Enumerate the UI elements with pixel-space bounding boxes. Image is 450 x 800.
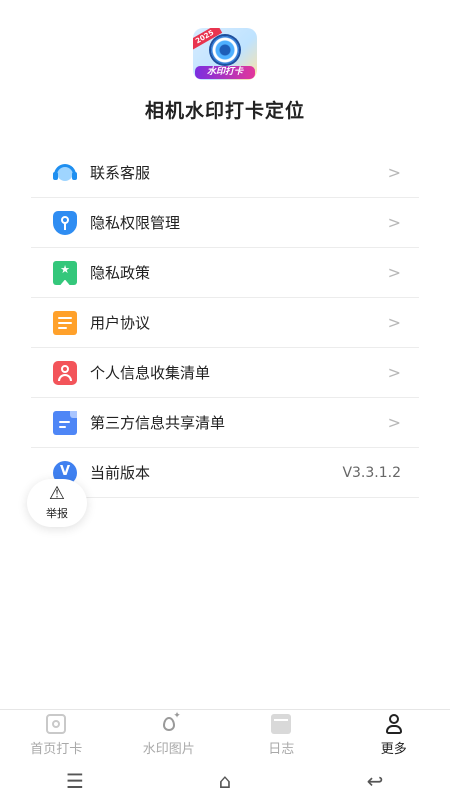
- tab-label: 水印图片: [142, 742, 195, 757]
- system-nav-bar: ☰ ⌂ ↩: [0, 762, 450, 800]
- version-value: V3.3.1.2: [342, 464, 401, 481]
- camera-lens-icon: [211, 36, 239, 64]
- menu-item-current-version[interactable]: V 当前版本 V3.3.1.2: [31, 448, 419, 498]
- tab-more[interactable]: 更多: [338, 710, 450, 761]
- chevron-right-icon: >: [387, 163, 401, 182]
- chevron-right-icon: >: [387, 413, 401, 432]
- app-logo-icon: 2025 水印打卡: [193, 28, 257, 80]
- customer-service-icon: [53, 161, 77, 185]
- warning-icon: ⚠: [48, 483, 66, 504]
- user-info-icon: [53, 360, 77, 385]
- privacy-shield-icon: [53, 210, 77, 235]
- menu-item-user-agreement[interactable]: 用户协议 >: [31, 298, 419, 348]
- menu-item-privacy-policy[interactable]: ★ 隐私政策 >: [31, 248, 419, 298]
- chevron-right-icon: >: [387, 313, 401, 332]
- menu-item-label: 当前版本: [90, 464, 151, 482]
- menu-item-label: 第三方信息共享清单: [90, 414, 226, 432]
- tab-watermark-images[interactable]: ✦ 水印图片: [113, 710, 226, 761]
- tab-label: 日志: [268, 742, 295, 757]
- bookmark-star-icon: ★: [53, 260, 77, 286]
- app-logo: 2025 水印打卡: [193, 28, 257, 80]
- tab-label: 首页打卡: [30, 742, 83, 757]
- menu-item-customer-service[interactable]: 联系客服 >: [31, 148, 419, 198]
- logo-ribbon: 水印打卡: [195, 66, 255, 79]
- menu-item-personal-info-list[interactable]: 个人信息收集清单 >: [31, 348, 419, 398]
- calendar-icon: [271, 714, 292, 734]
- menu-item-label: 个人信息收集清单: [90, 364, 211, 382]
- menu-item-label: 用户协议: [90, 314, 151, 332]
- chevron-right-icon: >: [387, 213, 401, 232]
- menu-item-label: 隐私政策: [90, 264, 151, 282]
- app-title: 相机水印打卡定位: [144, 100, 305, 122]
- person-icon: [384, 714, 404, 734]
- document-icon: [53, 310, 77, 335]
- chevron-right-icon: >: [387, 363, 401, 382]
- file-share-icon: [53, 410, 77, 435]
- bottom-tab-bar: 首页打卡 ✦ 水印图片 日志 更多: [0, 709, 450, 761]
- menu-icon[interactable]: ☰: [45, 769, 105, 793]
- menu-item-label: 联系客服: [90, 164, 151, 182]
- menu-item-label: 隐私权限管理: [90, 214, 181, 232]
- watermark-drop-icon: ✦: [159, 711, 181, 734]
- chevron-right-icon: >: [387, 263, 401, 282]
- menu-item-third-party-sharing[interactable]: 第三方信息共享清单 >: [31, 398, 419, 448]
- back-icon[interactable]: ↩: [345, 769, 405, 793]
- tab-home-checkin[interactable]: 首页打卡: [0, 710, 113, 761]
- settings-menu: 联系客服 > 隐私权限管理 > ★ 隐私政策 > 用户协议 > 个人信息收集清单…: [31, 148, 419, 498]
- menu-item-privacy-permissions[interactable]: 隐私权限管理 >: [31, 198, 419, 248]
- report-label: 举报: [46, 507, 68, 520]
- tab-label: 更多: [380, 742, 407, 757]
- camera-icon: [46, 714, 67, 734]
- report-button[interactable]: ⚠ 举报: [27, 479, 87, 527]
- home-icon[interactable]: ⌂: [195, 769, 255, 793]
- tab-log[interactable]: 日志: [225, 710, 338, 761]
